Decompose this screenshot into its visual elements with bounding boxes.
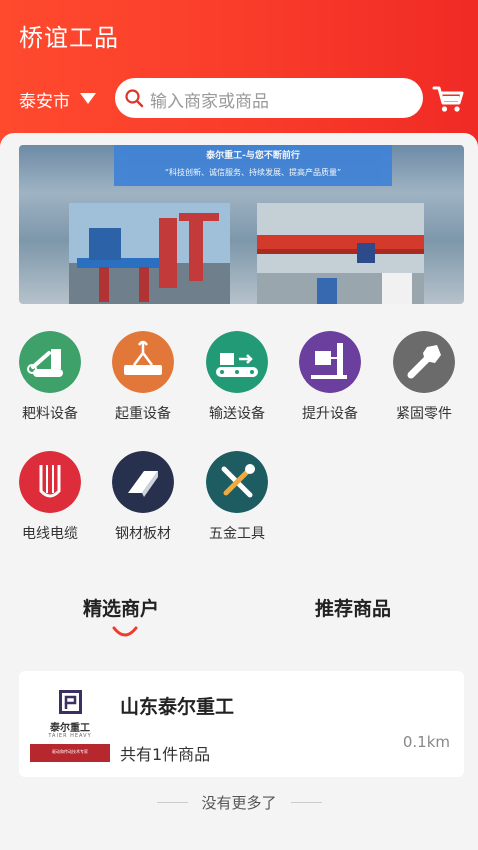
category-conveying[interactable]: 输送设备 xyxy=(190,331,284,426)
conveyor-icon xyxy=(206,331,268,393)
logo-subtext: TAIER HEAVY xyxy=(48,733,92,739)
category-label: 钢材板材 xyxy=(115,526,171,542)
no-more-text: 没有更多了 xyxy=(201,794,277,812)
category-hardware-tools[interactable]: 五金工具 xyxy=(190,451,284,546)
app-title: 桥谊工品 xyxy=(19,24,119,52)
cable-icon xyxy=(19,451,81,513)
merchant-logo: 泰尔重工 TAIER HEAVY 驱动和传动技术专家 xyxy=(30,686,110,763)
promo-banner[interactable]: 泰尔重工-与您不断前行 “科技创新、诚信服务、持续发展、提高产品质量” xyxy=(19,145,464,304)
category-label: 紧固零件 xyxy=(396,406,452,422)
search-input[interactable]: 输入商家或商品 xyxy=(115,78,423,118)
banner-slogan: “科技创新、诚信服务、持续发展、提高产品质量” xyxy=(164,168,342,177)
merchant-card[interactable]: 泰尔重工 TAIER HEAVY 驱动和传动技术专家 山东泰尔重工 共有1件商品… xyxy=(19,671,464,777)
search-placeholder: 输入商家或商品 xyxy=(150,92,269,112)
merchant-product-count: 共有1件商品 xyxy=(120,745,211,764)
tools-icon xyxy=(206,451,268,513)
category-label: 输送设备 xyxy=(209,406,265,422)
banner-caption: 泰尔重工-与您不断前行 “科技创新、诚信服务、持续发展、提高产品质量” xyxy=(114,145,392,186)
city-selector[interactable]: 泰安市 xyxy=(19,87,70,112)
category-fasteners[interactable]: 紧固零件 xyxy=(377,331,471,426)
tab-featured-merchants[interactable]: 精选商户 xyxy=(83,594,159,621)
category-label: 起重设备 xyxy=(115,406,171,422)
category-lifting[interactable]: 起重设备 xyxy=(96,331,190,426)
logo-text: 泰尔重工 xyxy=(50,723,90,734)
logo-bar-text: 驱动和传动技术专家 xyxy=(52,749,88,754)
crane-photo xyxy=(257,203,424,304)
stacker-reclaimer-icon xyxy=(19,331,81,393)
active-tab-indicator xyxy=(112,626,138,637)
search-icon xyxy=(125,89,144,108)
stacker-photo xyxy=(69,203,230,304)
cart-icon[interactable] xyxy=(432,84,464,114)
merchant-distance: 0.1km xyxy=(402,733,450,751)
category-stacker[interactable]: 耙料设备 xyxy=(3,331,97,426)
header: 桥谊工品 泰安市 输入商家或商品 xyxy=(0,0,478,150)
merchant-name: 山东泰尔重工 xyxy=(120,696,235,718)
logo-bar: 驱动和传动技术专家 xyxy=(30,744,110,762)
divider-right xyxy=(291,802,322,803)
tab-recommended-products[interactable]: 推荐商品 xyxy=(315,594,391,621)
category-elevating[interactable]: 提升设备 xyxy=(283,331,377,426)
caret-down-icon[interactable] xyxy=(80,93,96,104)
category-label: 耙料设备 xyxy=(22,406,78,422)
category-label: 五金工具 xyxy=(209,526,265,542)
hoist-icon xyxy=(112,331,174,393)
category-steel[interactable]: 钢材板材 xyxy=(96,451,190,546)
category-label: 电线电缆 xyxy=(22,526,78,542)
taier-logo-icon xyxy=(59,690,82,714)
elevator-icon xyxy=(299,331,361,393)
steel-beam-icon xyxy=(112,451,174,513)
category-label: 提升设备 xyxy=(302,406,358,422)
category-cables[interactable]: 电线电缆 xyxy=(3,451,97,546)
banner-title: 泰尔重工-与您不断前行 xyxy=(206,151,300,161)
bolt-icon xyxy=(393,331,455,393)
